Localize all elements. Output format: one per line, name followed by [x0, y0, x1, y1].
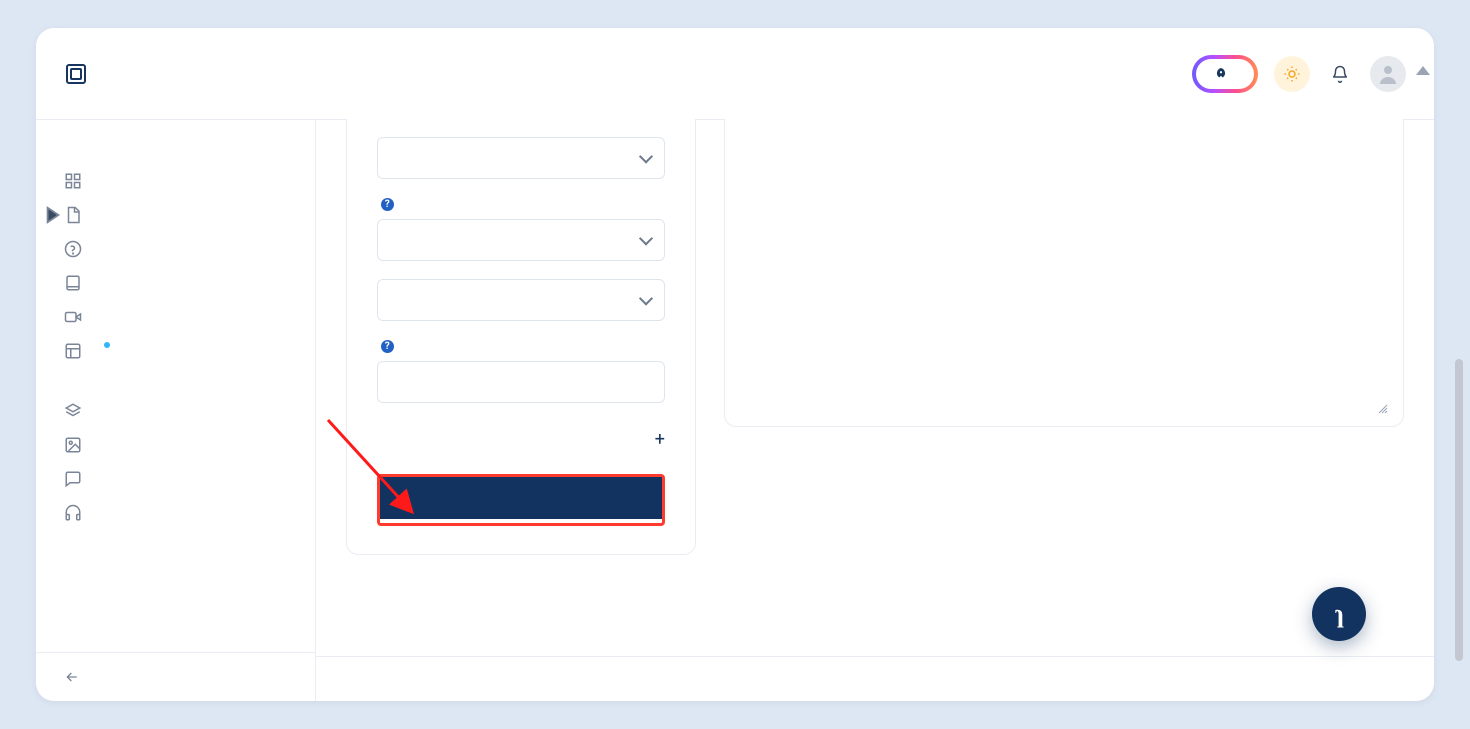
caret-right-icon: [44, 206, 62, 224]
user-icon: [1376, 62, 1400, 86]
fab-icon: ɿ: [1334, 599, 1344, 629]
how-it-works-toggle[interactable]: +: [377, 429, 665, 450]
sidebar-item-images[interactable]: [36, 428, 315, 462]
chars-label: ?: [377, 339, 665, 353]
sidebar-header-ai: [36, 368, 315, 394]
new-dot-icon: [104, 342, 110, 348]
chat-fab[interactable]: ɿ: [1312, 587, 1366, 641]
notifications-button[interactable]: [1322, 56, 1358, 92]
collapse-icon: [64, 669, 80, 685]
word-count: [1356, 401, 1389, 416]
logo[interactable]: [64, 62, 98, 86]
output-card: [724, 119, 1404, 427]
form-card: ? 👤 ? +: [346, 119, 696, 555]
tone-select[interactable]: [377, 219, 665, 261]
chat-icon: [64, 470, 82, 488]
sidebar-item-video[interactable]: [36, 300, 315, 334]
collapse-button[interactable]: [36, 652, 315, 701]
resize-icon[interactable]: [1377, 403, 1389, 415]
headphones-icon: [64, 504, 82, 522]
create-highlight: [377, 474, 665, 526]
help-icon[interactable]: ?: [381, 198, 394, 211]
count-select[interactable]: [377, 279, 665, 321]
sidebar-item-neuroguide[interactable]: [36, 334, 315, 368]
header: [36, 28, 1434, 120]
sun-icon: [1283, 65, 1301, 83]
avatar[interactable]: [1370, 56, 1406, 92]
sidebar-item-instructions[interactable]: [36, 232, 315, 266]
image-icon: [64, 436, 82, 454]
sidebar-item-book[interactable]: [36, 266, 315, 300]
sidebar-item-documents[interactable]: [36, 198, 315, 232]
sidebar-item-templates[interactable]: [36, 394, 315, 428]
theme-toggle[interactable]: [1274, 56, 1310, 92]
scrollbar-thumb[interactable]: [1455, 359, 1463, 661]
layout-icon: [64, 342, 82, 360]
logo-icon: [64, 62, 88, 86]
create-button[interactable]: [380, 477, 662, 519]
caret-up-icon[interactable]: [1416, 66, 1430, 75]
upgrade-wrap: [1192, 55, 1258, 93]
sidebar-header-account: [36, 138, 315, 164]
help-icon[interactable]: ?: [381, 340, 394, 353]
plus-icon: +: [655, 429, 665, 450]
main: ? 👤 ? +: [316, 120, 1434, 701]
sidebar-item-stt[interactable]: [36, 496, 315, 530]
rocket-icon: [1214, 67, 1228, 81]
sidebar-item-chat[interactable]: [36, 462, 315, 496]
sidebar-header-acc2: [36, 530, 315, 556]
body: ? 👤 ? +: [36, 120, 1434, 701]
document-icon: [64, 206, 82, 224]
stack-icon: [64, 402, 82, 420]
upgrade-button[interactable]: [1196, 59, 1254, 89]
video-icon: [64, 308, 82, 326]
chars-input[interactable]: [377, 361, 665, 403]
bell-icon: [1331, 65, 1349, 83]
tone-label: ?: [377, 197, 665, 211]
app-window: ? 👤 ? +: [36, 28, 1434, 701]
footer: [316, 656, 1434, 701]
sidebar: [36, 120, 316, 701]
book-icon: [64, 274, 82, 292]
help-circle-icon: [64, 240, 82, 258]
grid-icon: [64, 172, 82, 190]
lang-select[interactable]: [377, 137, 665, 179]
sidebar-item-analytics[interactable]: [36, 164, 315, 198]
